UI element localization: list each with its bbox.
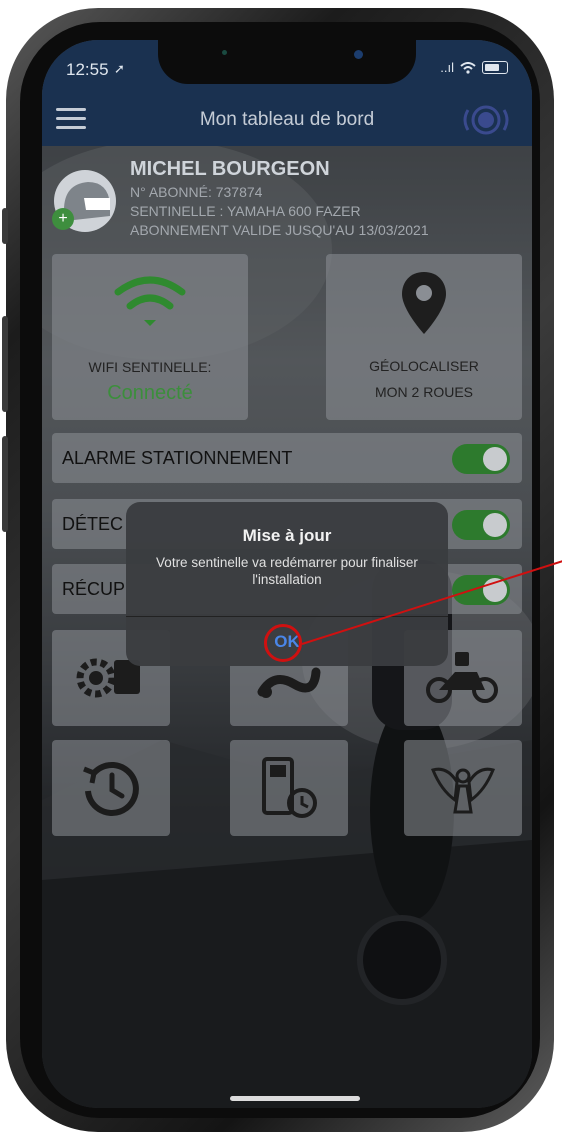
annotation-pointer-line <box>301 560 562 645</box>
